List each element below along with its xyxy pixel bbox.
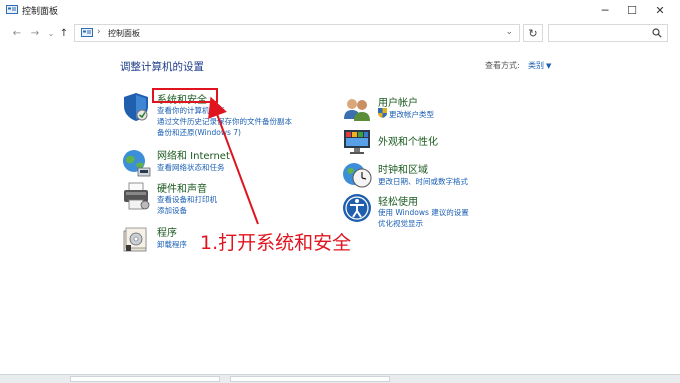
control-panel-window: 控制面板 ─ ☐ ✕ ← → ⌄ ↑ › 控制面板 ⌄ ↻ 调整计算机的设置 查… bbox=[0, 0, 680, 383]
taskbar-item[interactable] bbox=[230, 376, 390, 382]
taskbar-item[interactable] bbox=[70, 376, 220, 382]
annotation-arrow bbox=[208, 96, 259, 225]
annotation-text: 1.打开系统和安全 bbox=[200, 232, 352, 254]
